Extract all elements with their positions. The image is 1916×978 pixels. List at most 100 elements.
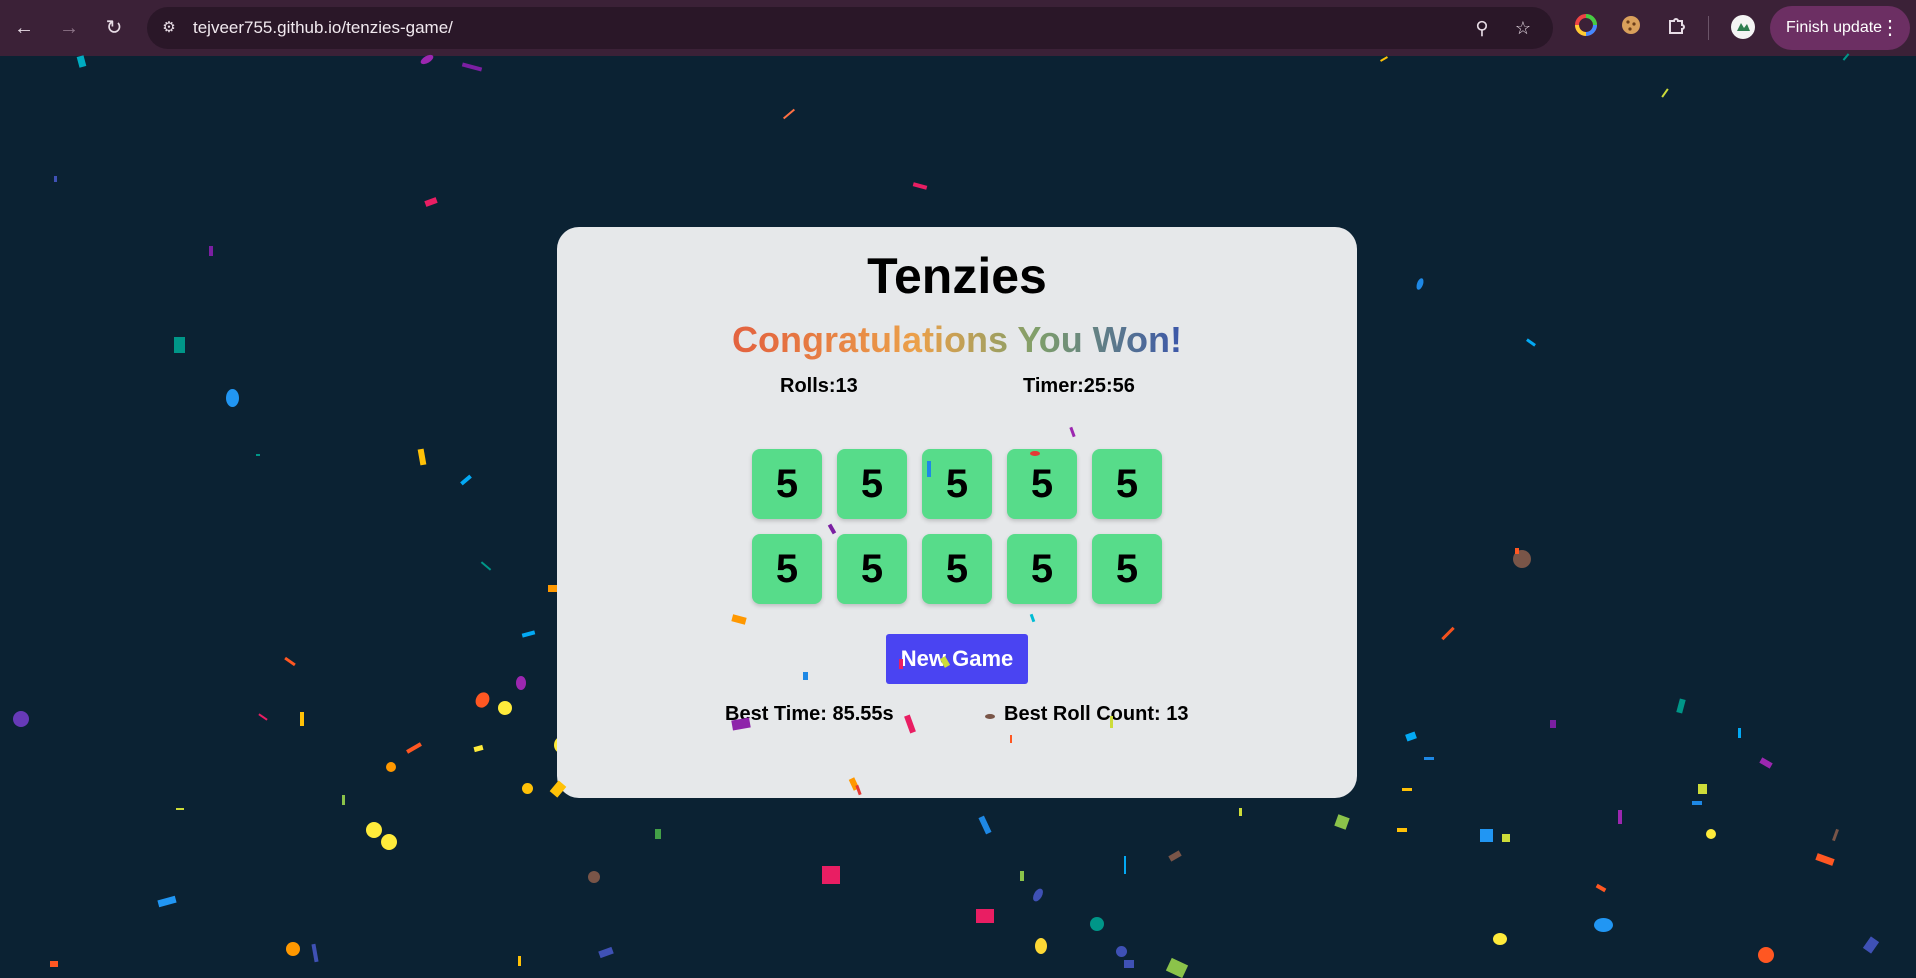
puzzle-icon[interactable] (1663, 14, 1691, 42)
confetti-piece (1676, 698, 1686, 714)
confetti-piece (386, 762, 396, 772)
confetti-piece (1035, 938, 1047, 954)
confetti-piece (516, 676, 526, 690)
address-bar[interactable]: ⚙ tejveer755.github.io/tenzies-game/ ⚲ ☆ (147, 7, 1553, 49)
confetti-piece (1661, 88, 1669, 98)
confetti-piece (226, 389, 239, 407)
rolls-counter: Rolls:13 (780, 375, 858, 397)
confetti-piece (1706, 829, 1716, 839)
finish-update-label: Finish update (1786, 19, 1883, 36)
game-card: Tenzies Congratulations You Won! Rolls:1… (549, 227, 1357, 798)
confetti-piece (1595, 883, 1607, 893)
confetti-piece (731, 614, 747, 625)
confetti-piece (76, 55, 87, 68)
site-settings-icon[interactable]: ⚙ (157, 16, 181, 40)
confetti-piece (1405, 731, 1417, 742)
confetti-piece (342, 795, 345, 805)
confetti-piece (498, 701, 512, 715)
confetti-piece (1031, 886, 1045, 904)
confetti-piece (1526, 338, 1536, 347)
confetti-piece (366, 822, 382, 838)
star-icon[interactable]: ☆ (1511, 16, 1535, 40)
confetti-piece (1239, 808, 1242, 816)
confetti-piece (461, 62, 483, 72)
url-text[interactable]: tejveer755.github.io/tenzies-game/ (193, 7, 453, 49)
confetti-piece (1090, 917, 1104, 931)
confetti-piece (472, 689, 493, 711)
confetti-piece (522, 783, 533, 794)
confetti-piece (480, 561, 492, 571)
best-time: Best Time: 85.55s (725, 703, 894, 725)
finish-update-button[interactable]: Finish update ⋮ (1770, 6, 1910, 50)
confetti-piece (1758, 947, 1774, 963)
die[interactable]: 5 (1092, 534, 1162, 604)
confetti-piece (381, 834, 397, 850)
confetti-piece (1020, 871, 1024, 881)
confetti-piece (1815, 853, 1835, 866)
confetti-piece (54, 176, 57, 182)
confetti-piece (1165, 957, 1189, 978)
confetti-piece (782, 108, 796, 120)
confetti-piece (1030, 451, 1040, 456)
best-roll-count: Best Roll Count: 13 (1004, 703, 1189, 725)
confetti-piece (985, 714, 995, 719)
confetti-piece (1698, 784, 1707, 794)
confetti-piece (822, 866, 840, 884)
die[interactable]: 5 (922, 449, 992, 519)
confetti-piece (521, 630, 536, 638)
confetti-piece (1397, 828, 1407, 832)
confetti-piece (209, 246, 213, 256)
die[interactable]: 5 (1007, 534, 1077, 604)
die[interactable]: 5 (922, 534, 992, 604)
confetti-piece (1124, 856, 1126, 874)
new-game-button[interactable]: New Game (886, 634, 1028, 684)
confetti-piece (655, 829, 661, 839)
timer: Timer:25:56 (1023, 375, 1135, 397)
confetti-piece (1069, 426, 1076, 438)
confetti-piece (1480, 829, 1493, 842)
confetti-piece (827, 523, 837, 535)
confetti-piece (1441, 626, 1455, 641)
confetti-piece (1832, 828, 1839, 842)
confetti-piece (912, 182, 928, 190)
confetti-piece (1116, 946, 1127, 957)
die[interactable]: 5 (1007, 449, 1077, 519)
confetti-piece (460, 474, 472, 486)
confetti-piece (518, 956, 521, 966)
confetti-piece (174, 337, 185, 353)
more-vertical-icon[interactable]: ⋮ (1880, 6, 1900, 50)
win-message: Congratulations You Won! (557, 319, 1357, 361)
confetti-piece (976, 909, 994, 923)
reload-icon[interactable]: ↻ (98, 12, 130, 44)
die[interactable]: 5 (837, 449, 907, 519)
confetti-piece (598, 946, 614, 959)
confetti-piece (417, 448, 427, 466)
confetti-piece (803, 672, 808, 680)
zoom-icon[interactable]: ⚲ (1470, 16, 1494, 40)
confetti-piece (1334, 814, 1350, 830)
confetti-piece (286, 942, 300, 956)
confetti-piece (731, 717, 751, 731)
confetti-piece (855, 784, 862, 796)
die[interactable]: 5 (837, 534, 907, 604)
confetti-piece (1402, 788, 1412, 791)
confetti-piece (13, 711, 29, 727)
confetti-piece (1010, 735, 1012, 743)
confetti-piece (1515, 548, 1519, 554)
confetti-piece (1493, 933, 1507, 945)
profile-avatar-icon[interactable] (1729, 14, 1757, 42)
confetti-piece (904, 714, 916, 734)
die[interactable]: 5 (752, 449, 822, 519)
forward-arrow-icon[interactable]: → (53, 12, 85, 44)
confetti-piece (1594, 918, 1613, 932)
die[interactable]: 5 (1092, 449, 1162, 519)
die[interactable]: 5 (752, 534, 822, 604)
cookie-icon[interactable] (1617, 14, 1645, 42)
confetti-piece (978, 815, 992, 835)
confetti-piece (424, 197, 438, 207)
color-wheel-icon[interactable] (1572, 14, 1600, 42)
confetti-piece (1738, 728, 1741, 738)
confetti-piece (1618, 810, 1622, 824)
confetti-piece (1168, 850, 1182, 862)
back-arrow-icon[interactable]: ← (8, 12, 40, 44)
